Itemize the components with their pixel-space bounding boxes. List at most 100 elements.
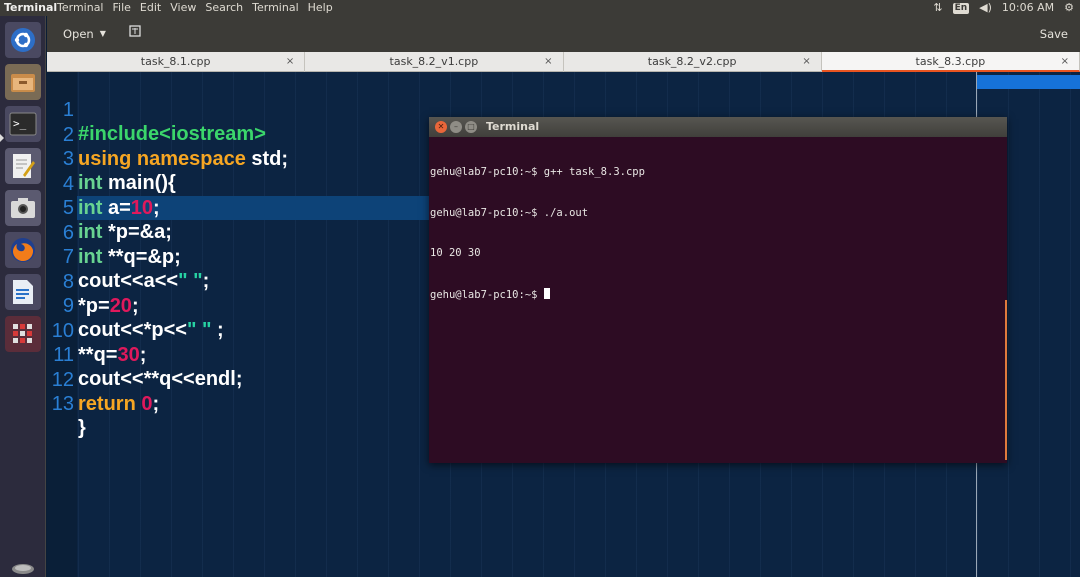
code-token: **q=&p; bbox=[102, 245, 181, 268]
trash-icon[interactable] bbox=[5, 561, 41, 577]
close-icon[interactable]: × bbox=[286, 52, 294, 72]
code-token: return bbox=[78, 392, 136, 415]
code-token: ; bbox=[211, 319, 224, 341]
code-token: 20 bbox=[109, 294, 132, 317]
top-panel: Terminal Terminal File Edit View Search … bbox=[0, 0, 1080, 16]
terminal-titlebar[interactable]: ✕ – □ Terminal bbox=[429, 117, 1007, 137]
code-line[interactable]: 2 using namespace std; bbox=[47, 99, 288, 170]
terminal-title: Terminal bbox=[486, 120, 540, 133]
line-number: 13 bbox=[51, 393, 74, 415]
app-grid-icon[interactable] bbox=[5, 316, 41, 352]
tab-task-8-3[interactable]: task_8.3.cpp × bbox=[821, 52, 1080, 72]
code-line[interactable]: 1 #include<iostream> bbox=[47, 74, 266, 145]
code-line[interactable]: 7 cout<<a<<" "; bbox=[47, 221, 209, 292]
code-token: int bbox=[78, 245, 103, 268]
overview-scroll-indicator[interactable] bbox=[977, 75, 1080, 89]
code-token: ; bbox=[202, 270, 210, 292]
code-token: 0 bbox=[141, 392, 153, 415]
code-line[interactable]: 8 *p=20; bbox=[47, 246, 139, 317]
firefox-icon[interactable] bbox=[5, 232, 41, 268]
gear-icon[interactable]: ⚙ bbox=[1064, 0, 1074, 16]
terminal-output[interactable]: gehu@lab7-pc10:~$ g++ task_8.3.cpp gehu@… bbox=[429, 139, 1007, 329]
tab-label: task_8.3.cpp bbox=[915, 55, 986, 68]
code-line[interactable]: 6 int **q=&p; bbox=[47, 197, 181, 268]
menu-view[interactable]: View bbox=[170, 0, 196, 16]
code-line[interactable]: 5 int *p=&a; bbox=[47, 172, 172, 243]
keyboard-layout-indicator[interactable]: En bbox=[952, 2, 970, 14]
menu-terminal[interactable]: Terminal bbox=[57, 0, 104, 16]
code-token: std; bbox=[245, 147, 289, 170]
terminal-prompt-line[interactable]: gehu@lab7-pc10:~$ bbox=[430, 287, 1007, 303]
terminal-line: gehu@lab7-pc10:~$ ./a.out bbox=[430, 206, 589, 219]
code-line[interactable]: 3 int main(){ bbox=[47, 123, 176, 194]
app-title: Terminal bbox=[4, 1, 58, 14]
terminal-prompt: gehu@lab7-pc10:~$ bbox=[430, 288, 544, 301]
open-label: Open bbox=[63, 27, 94, 41]
close-icon[interactable]: ✕ bbox=[435, 121, 447, 133]
tab-task-8-1[interactable]: task_8.1.cpp × bbox=[47, 52, 306, 72]
tab-label: task_8.2_v1.cpp bbox=[389, 55, 479, 68]
ubuntu-dash-icon[interactable] bbox=[5, 22, 41, 58]
terminal-line: 10 20 30 bbox=[430, 247, 481, 259]
tab-task-8-2-v2[interactable]: task_8.2_v2.cpp × bbox=[564, 52, 822, 72]
menu-edit[interactable]: Edit bbox=[140, 0, 161, 16]
writer-icon[interactable] bbox=[5, 274, 41, 310]
menu-terminal-2[interactable]: Terminal bbox=[252, 0, 299, 16]
tab-task-8-2-v1[interactable]: task_8.2_v1.cpp × bbox=[305, 52, 564, 72]
menu-file[interactable]: File bbox=[113, 0, 131, 16]
menu-bar: Terminal File Edit View Search Terminal … bbox=[57, 0, 333, 16]
code-token: } bbox=[78, 417, 86, 439]
code-token: " " bbox=[178, 270, 203, 292]
active-app-indicator bbox=[0, 134, 4, 142]
menu-help[interactable]: Help bbox=[308, 0, 333, 16]
launcher: >_ bbox=[0, 16, 46, 577]
close-icon[interactable]: × bbox=[544, 52, 552, 72]
terminal-window[interactable]: ✕ – □ Terminal gehu@lab7-pc10:~$ g++ tas… bbox=[429, 117, 1007, 463]
chevron-down-icon: ▼ bbox=[99, 29, 106, 38]
save-button[interactable]: Save bbox=[1040, 24, 1068, 44]
terminal-icon[interactable]: >_ bbox=[5, 106, 41, 142]
code-token: cout<<a<< bbox=[78, 270, 179, 292]
files-icon[interactable] bbox=[5, 64, 41, 100]
code-line[interactable]: 9 cout<<*p<<" " ; bbox=[47, 270, 224, 341]
tab-bar: task_8.1.cpp × task_8.2_v1.cpp × task_8.… bbox=[47, 52, 1080, 72]
network-icon[interactable]: ⇅ bbox=[933, 0, 942, 16]
clock[interactable]: 10:06 AM bbox=[1002, 0, 1054, 16]
code-line[interactable]: 10 **q=30; bbox=[47, 295, 147, 366]
code-token: 10 bbox=[130, 196, 154, 219]
tab-label: task_8.1.cpp bbox=[140, 55, 211, 68]
code-token: #include bbox=[78, 123, 160, 145]
svg-text:>_: >_ bbox=[13, 117, 27, 130]
close-icon[interactable]: × bbox=[1061, 52, 1069, 72]
code-line[interactable]: 12 return 0; bbox=[47, 344, 159, 415]
menu-search[interactable]: Search bbox=[205, 0, 243, 16]
screenshot-icon[interactable] bbox=[5, 190, 41, 226]
code-token: 30 bbox=[117, 343, 140, 366]
minimize-icon[interactable]: – bbox=[450, 121, 462, 133]
code-token: int bbox=[78, 221, 103, 243]
code-line[interactable]: 4 int a=10; bbox=[47, 148, 160, 219]
terminal-line: gehu@lab7-pc10:~$ g++ task_8.3.cpp bbox=[430, 166, 645, 178]
code-token: using namespace bbox=[78, 147, 246, 170]
close-icon[interactable]: × bbox=[802, 52, 810, 72]
code-line[interactable]: 13 } bbox=[47, 368, 86, 439]
code-token: ; bbox=[152, 392, 160, 415]
code-token: *p= bbox=[78, 294, 110, 317]
text-editor-icon[interactable] bbox=[5, 148, 41, 184]
code-token: ; bbox=[131, 294, 139, 317]
code-token: <iostream> bbox=[159, 123, 266, 145]
tab-label: task_8.2_v2.cpp bbox=[647, 55, 737, 68]
code-token: int bbox=[78, 172, 103, 194]
code-token: ; bbox=[139, 343, 147, 366]
open-button[interactable]: Open ▼ bbox=[55, 24, 114, 44]
code-token: ; bbox=[153, 196, 160, 219]
code-line[interactable]: 11 cout<<**q<<endl; bbox=[47, 319, 242, 390]
code-token: int bbox=[78, 196, 103, 219]
code-token: a= bbox=[102, 196, 131, 219]
terminal-scrollbar[interactable] bbox=[1005, 300, 1007, 460]
new-document-icon[interactable] bbox=[125, 24, 145, 44]
maximize-icon[interactable]: □ bbox=[465, 121, 477, 133]
volume-icon[interactable]: ◀) bbox=[979, 0, 992, 16]
terminal-cursor bbox=[543, 287, 550, 299]
code-token: " " bbox=[186, 319, 212, 341]
